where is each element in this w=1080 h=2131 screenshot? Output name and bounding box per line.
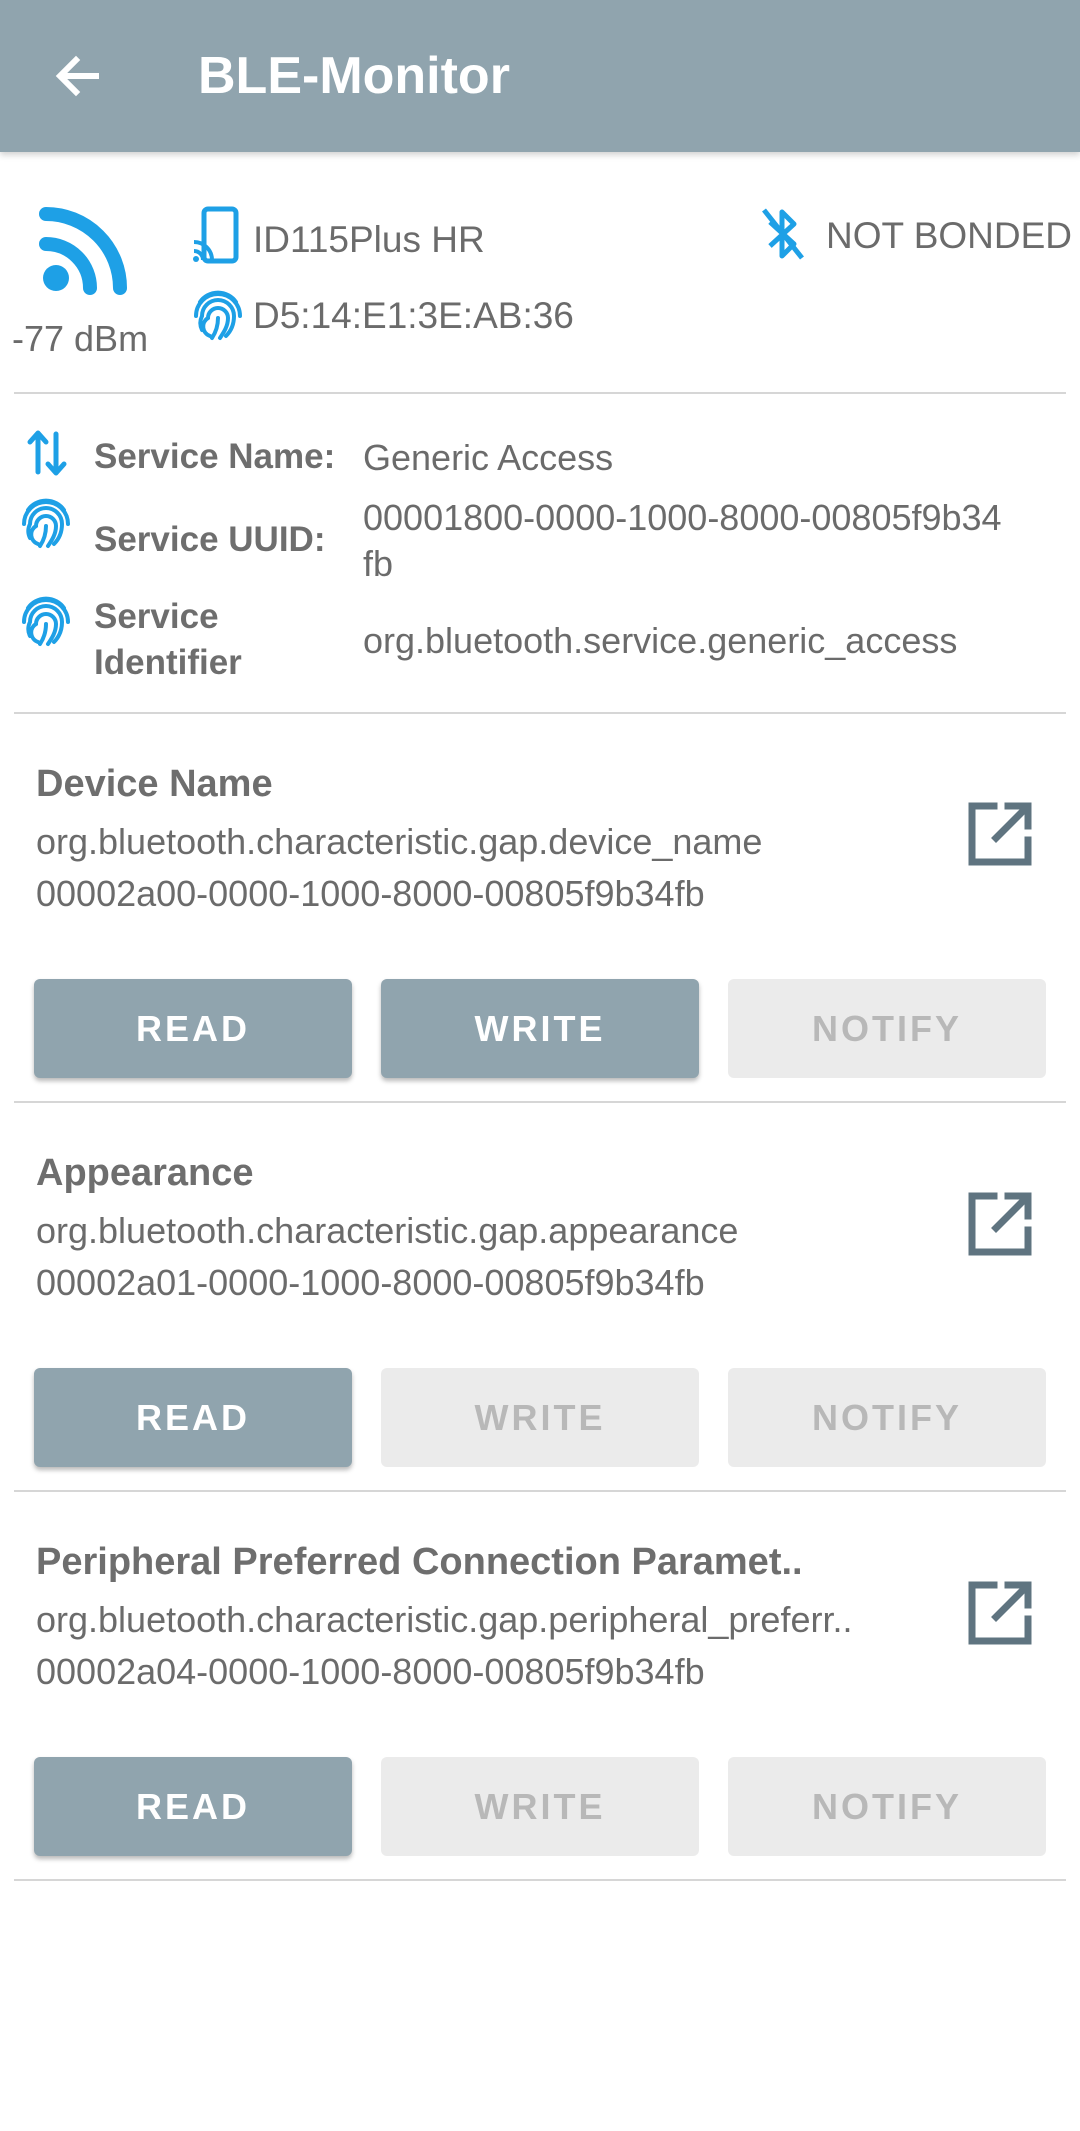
signal-icon — [38, 200, 134, 296]
fingerprint-icon — [20, 494, 72, 550]
service-name-value: Generic Access — [363, 437, 614, 478]
bluetooth-disabled-icon — [760, 206, 806, 262]
device-name: ID115Plus HR — [253, 219, 485, 260]
service-uuid-value-wrap: fb — [363, 543, 394, 584]
characteristic-name: Appearance — [36, 1152, 254, 1194]
divider — [14, 1490, 1066, 1492]
bond-status: NOT BONDED — [826, 215, 1073, 256]
divider — [14, 392, 1066, 394]
write-button[interactable]: WRITE — [381, 979, 699, 1078]
divider — [14, 1101, 1066, 1103]
write-button[interactable]: WRITE — [381, 1757, 699, 1856]
service-identifier-label: Service — [94, 597, 219, 636]
divider — [14, 712, 1066, 714]
fingerprint-icon — [192, 286, 244, 342]
open-in-new-icon[interactable] — [964, 1577, 1036, 1649]
app-bar: BLE-Monitor — [0, 0, 1080, 152]
read-button[interactable]: READ — [34, 1757, 352, 1856]
device-mac: D5:14:E1:3E:AB:36 — [253, 295, 574, 336]
service-identifier-value: org.bluetooth.service.generic_access — [363, 620, 958, 661]
notify-button[interactable]: NOTIFY — [728, 1368, 1046, 1467]
characteristic-identifier: org.bluetooth.characteristic.gap.appeara… — [36, 1210, 739, 1251]
characteristic-uuid: 00002a00-0000-1000-8000-00805f9b34fb — [36, 873, 705, 914]
swap-arrows-icon — [24, 428, 70, 478]
read-button[interactable]: READ — [34, 1368, 352, 1467]
service-uuid-label: Service UUID: — [94, 520, 326, 559]
arrow-left-icon[interactable] — [48, 46, 108, 106]
characteristic-name: Device Name — [36, 763, 273, 805]
divider — [14, 1879, 1066, 1881]
notify-button[interactable]: NOTIFY — [728, 979, 1046, 1078]
fingerprint-icon — [20, 592, 72, 648]
app-title: BLE-Monitor — [198, 47, 510, 105]
notify-button[interactable]: NOTIFY — [728, 1757, 1046, 1856]
characteristic-name: Peripheral Preferred Connection Paramet.… — [36, 1541, 803, 1583]
service-uuid-value: 00001800-0000-1000-8000-00805f9b34 — [363, 497, 1002, 538]
characteristic-identifier: org.bluetooth.characteristic.gap.periphe… — [36, 1599, 853, 1640]
rssi-value: -77 dBm — [12, 318, 149, 359]
service-identifier-label-wrap: Identifier — [94, 643, 242, 682]
write-button[interactable]: WRITE — [381, 1368, 699, 1467]
characteristic-uuid: 00002a01-0000-1000-8000-00805f9b34fb — [36, 1262, 705, 1303]
service-name-label: Service Name: — [94, 437, 336, 476]
characteristic-uuid: 00002a04-0000-1000-8000-00805f9b34fb — [36, 1651, 705, 1692]
read-button[interactable]: READ — [34, 979, 352, 1078]
characteristic-identifier: org.bluetooth.characteristic.gap.device_… — [36, 821, 763, 862]
phone-cast-icon — [190, 206, 242, 266]
open-in-new-icon[interactable] — [964, 798, 1036, 870]
open-in-new-icon[interactable] — [964, 1188, 1036, 1260]
